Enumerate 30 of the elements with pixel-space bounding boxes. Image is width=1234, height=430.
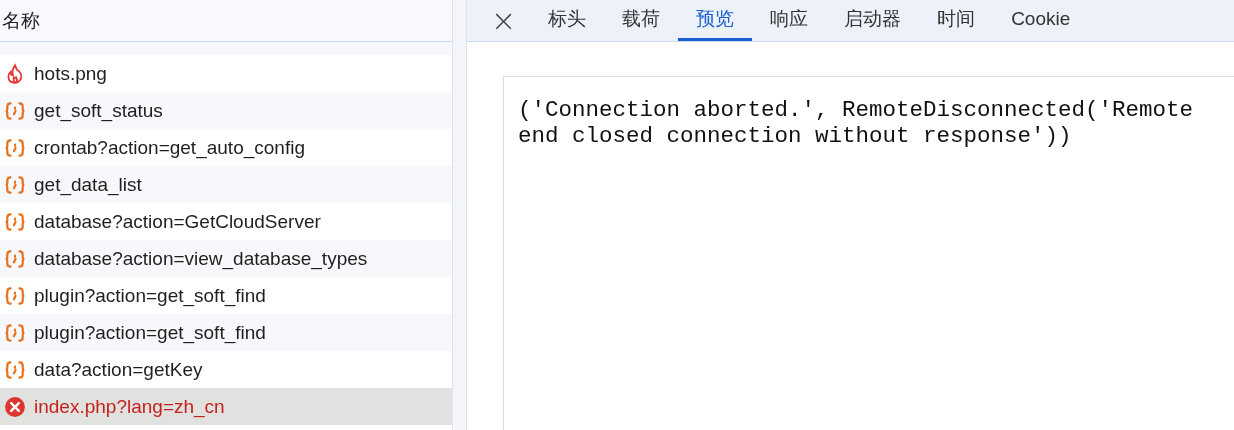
tab[interactable]: Cookie bbox=[993, 0, 1089, 41]
request-row[interactable]: database?action=GetCloudServer bbox=[0, 203, 452, 240]
tab[interactable]: 时间 bbox=[919, 0, 994, 41]
splitter[interactable] bbox=[453, 0, 466, 430]
request-row[interactable]: crontab?action=get_auto_config bbox=[0, 129, 452, 166]
braces-icon bbox=[4, 173, 26, 196]
braces-icon bbox=[4, 99, 26, 122]
braces-icon bbox=[4, 284, 26, 307]
request-row[interactable]: data?action=getKey bbox=[0, 351, 452, 388]
request-row[interactable]: index.php?lang=zh_cn bbox=[0, 388, 452, 425]
request-row[interactable]: hots.png bbox=[0, 55, 452, 92]
request-row[interactable]: get_data_list bbox=[0, 166, 452, 203]
tab[interactable]: 响应 bbox=[752, 0, 827, 41]
tab[interactable]: 载荷 bbox=[604, 0, 679, 41]
tab[interactable]: 标头 bbox=[530, 0, 605, 41]
close-button[interactable]: × bbox=[487, 0, 531, 41]
tab[interactable]: 预览 bbox=[678, 0, 753, 41]
braces-icon bbox=[4, 136, 26, 159]
error-icon bbox=[4, 395, 26, 418]
error-message: ('Connection aborted.', RemoteDisconnected('Remote end closed connection without response')) bbox=[518, 97, 1195, 149]
request-row[interactable]: plugin?action=get_soft_find bbox=[0, 277, 452, 314]
braces-icon bbox=[4, 358, 26, 381]
request-row[interactable]: database?action=view_database_types bbox=[0, 240, 452, 277]
braces-icon bbox=[4, 247, 26, 270]
request-row[interactable]: get_soft_status bbox=[0, 92, 452, 129]
braces-icon bbox=[4, 321, 26, 344]
request-row[interactable]: plugin?action=get_soft_find bbox=[0, 314, 452, 351]
tab[interactable]: 启动器 bbox=[826, 0, 920, 41]
braces-icon bbox=[4, 210, 26, 233]
column-header[interactable]: 名称 bbox=[0, 0, 452, 42]
